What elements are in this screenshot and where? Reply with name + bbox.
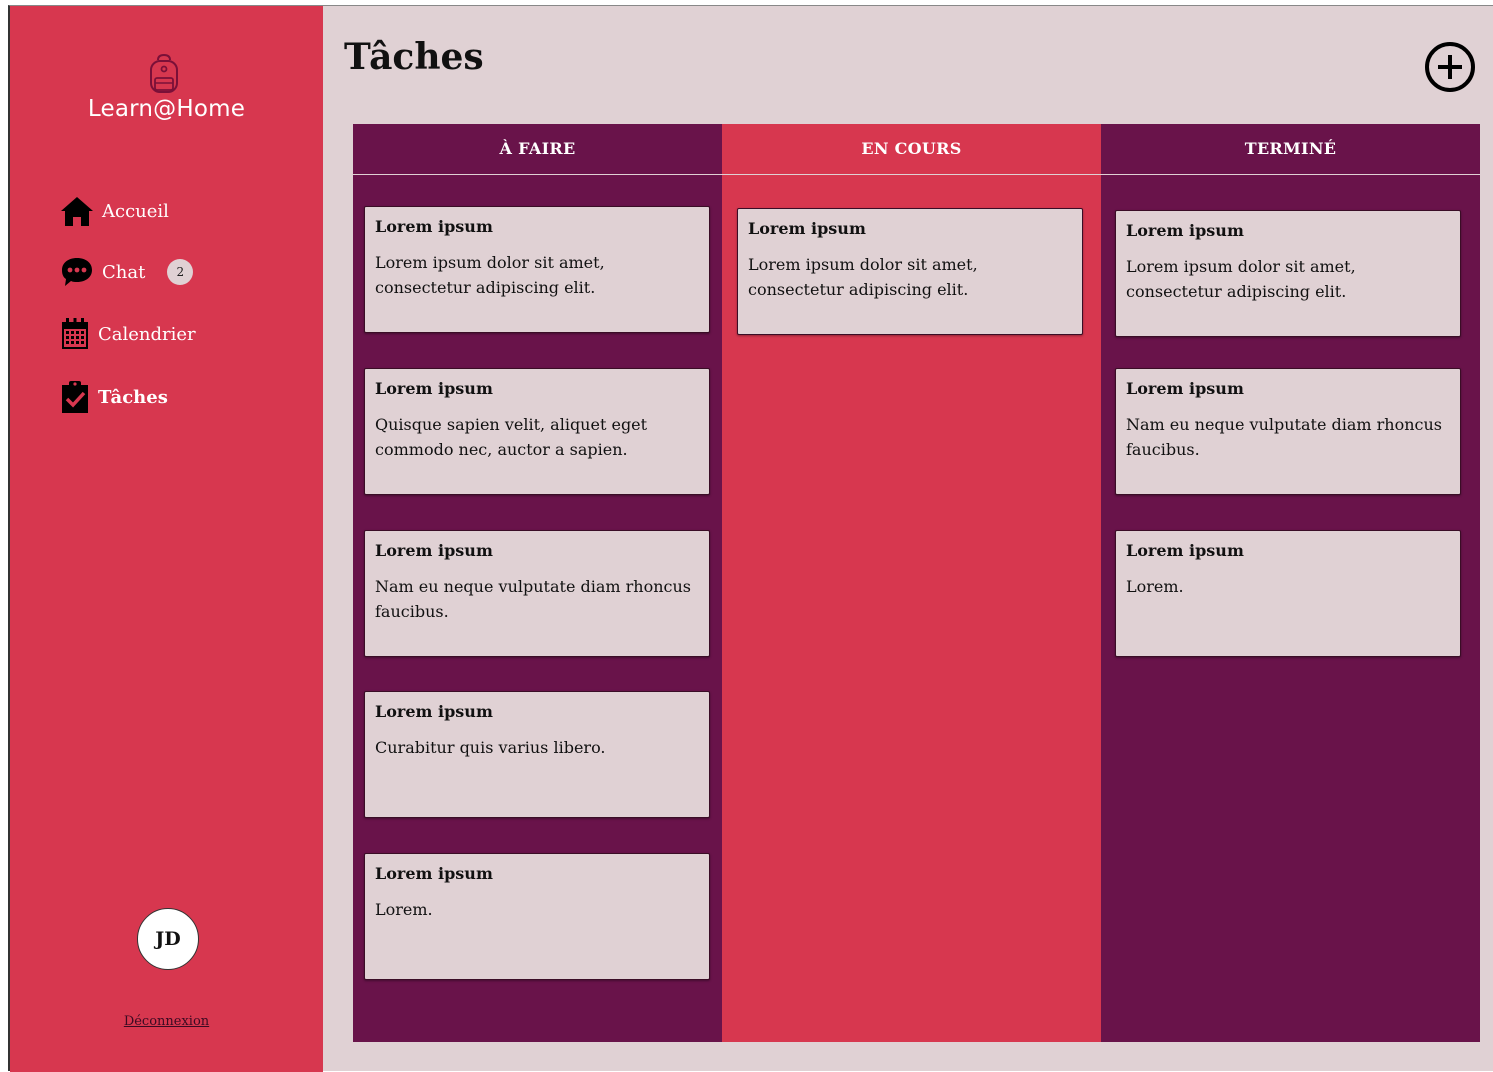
card-description: Lorem. — [1126, 577, 1184, 596]
card-description: Lorem. — [375, 900, 433, 919]
tasks-icon — [60, 380, 90, 414]
task-card[interactable]: Lorem ipsum Lorem. — [364, 853, 710, 980]
backpack-icon — [150, 53, 178, 93]
card-description: Nam eu neque vulputate diam rhoncus fauc… — [375, 577, 692, 621]
card-description: Curabitur quis varius libero. — [375, 738, 606, 757]
card-title: Lorem ipsum — [748, 219, 866, 238]
column-header-divider — [353, 174, 1480, 175]
card-title: Lorem ipsum — [375, 379, 493, 398]
column-in-progress: EN COURS Lorem ipsum Lorem ipsum dolor s… — [722, 124, 1101, 1042]
home-icon — [60, 195, 94, 227]
nav-item-accueil[interactable]: Accueil — [60, 191, 169, 231]
task-card[interactable]: Lorem ipsum Nam eu neque vulputate diam … — [1115, 368, 1461, 495]
card-description: Quisque sapien velit, aliquet eget commo… — [375, 415, 648, 459]
card-title: Lorem ipsum — [375, 541, 493, 560]
plus-circle-icon[interactable] — [1424, 41, 1476, 93]
card-description: Nam eu neque vulputate diam rhoncus fauc… — [1126, 415, 1443, 459]
app-window: Learn@Home Accueil Chat 2 Calendrier Tâc… — [8, 5, 1493, 1072]
nav-label: Chat — [102, 261, 146, 283]
card-description: Lorem ipsum dolor sit amet, consectetur … — [375, 253, 605, 297]
card-title: Lorem ipsum — [1126, 541, 1244, 560]
card-description: Lorem ipsum dolor sit amet, consectetur … — [748, 255, 978, 299]
nav-label: Accueil — [102, 200, 169, 222]
task-card[interactable]: Lorem ipsum Lorem. — [1115, 530, 1461, 657]
card-title: Lorem ipsum — [375, 702, 493, 721]
task-card[interactable]: Lorem ipsum Lorem ipsum dolor sit amet, … — [364, 206, 710, 333]
task-card[interactable]: Lorem ipsum Nam eu neque vulputate diam … — [364, 530, 710, 657]
task-card[interactable]: Lorem ipsum Curabitur quis varius libero… — [364, 691, 710, 818]
nav-item-taches[interactable]: Tâches — [60, 377, 168, 417]
nav-item-chat[interactable]: Chat 2 — [60, 252, 194, 292]
card-title: Lorem ipsum — [1126, 379, 1244, 398]
column-done: TERMINÉ Lorem ipsum Lorem ipsum dolor si… — [1101, 124, 1480, 1042]
unread-badge: 2 — [167, 259, 194, 285]
column-header: EN COURS — [861, 139, 962, 158]
calendar-icon — [60, 317, 90, 351]
logout-link[interactable]: Déconnexion — [10, 1014, 323, 1029]
user-avatar[interactable]: JD — [137, 908, 199, 970]
nav-label: Tâches — [98, 386, 168, 408]
card-title: Lorem ipsum — [1126, 221, 1244, 240]
column-header: À FAIRE — [499, 139, 576, 158]
task-card[interactable]: Lorem ipsum Lorem ipsum dolor sit amet, … — [737, 208, 1083, 335]
sidebar: Learn@Home Accueil Chat 2 Calendrier Tâc… — [10, 6, 323, 1072]
task-card[interactable]: Lorem ipsum Quisque sapien velit, alique… — [364, 368, 710, 495]
task-card[interactable]: Lorem ipsum Lorem ipsum dolor sit amet, … — [1115, 210, 1461, 337]
page-title: Tâches — [344, 36, 484, 78]
card-description: Lorem ipsum dolor sit amet, consectetur … — [1126, 257, 1356, 301]
app-brand: Learn@Home — [87, 96, 246, 122]
nav-item-calendrier[interactable]: Calendrier — [60, 314, 196, 354]
chat-icon — [60, 255, 94, 289]
column-header: TERMINÉ — [1244, 139, 1337, 158]
nav-label: Calendrier — [98, 323, 196, 345]
card-title: Lorem ipsum — [375, 217, 493, 236]
task-board: À FAIRE Lorem ipsum Lorem ipsum dolor si… — [353, 124, 1480, 1042]
column-todo: À FAIRE Lorem ipsum Lorem ipsum dolor si… — [353, 124, 722, 1042]
card-title: Lorem ipsum — [375, 864, 493, 883]
